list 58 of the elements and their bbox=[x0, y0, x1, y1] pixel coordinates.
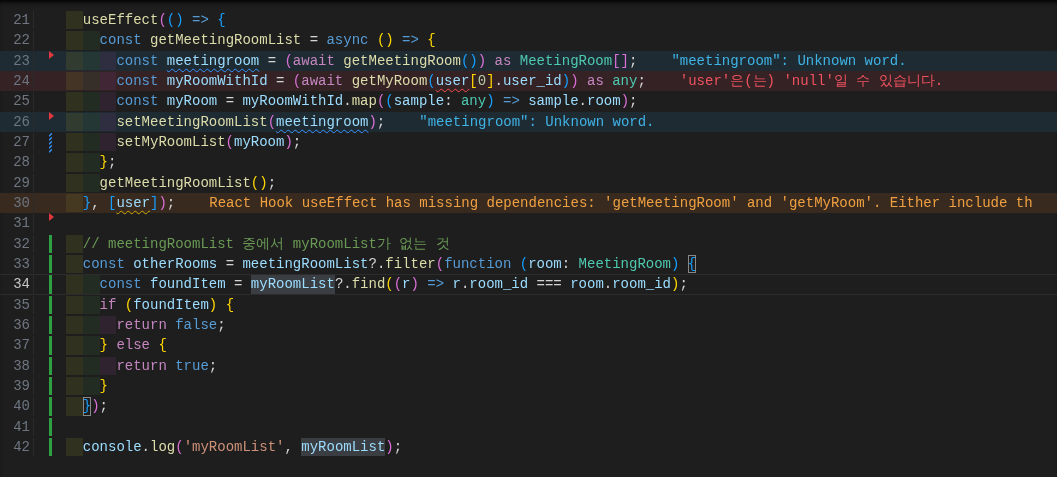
line-number: 27 bbox=[12, 132, 30, 152]
line-number: 31 bbox=[12, 214, 30, 233]
triangle-icon[interactable] bbox=[49, 213, 54, 222]
code-line: return false; bbox=[66, 315, 226, 335]
code-line: const foundItem = myRoomList?.find((r) => r.room_id === room.room_id); bbox=[66, 275, 688, 294]
change-bar[interactable] bbox=[49, 234, 52, 253]
change-bar[interactable] bbox=[49, 356, 52, 375]
line-number: 37 bbox=[12, 336, 30, 355]
hatched-bar-icon[interactable] bbox=[49, 132, 52, 154]
code-line: const meetingroom = (await getMeetingRoom()) as MeetingRoom[]; bbox=[66, 51, 638, 70]
line-number: 30 bbox=[12, 193, 30, 213]
code-line: setMyRoomList(myRoom); bbox=[66, 132, 302, 152]
diagnostic-message: "meetingroom": Unknown word. bbox=[419, 112, 655, 131]
code-line: if (foundItem) { bbox=[66, 295, 235, 314]
code-line: console.log('myRoomList', myRoomList); bbox=[66, 437, 403, 457]
line-number: 28 bbox=[12, 153, 30, 172]
code-line: getMeetingRoomList(); bbox=[66, 173, 277, 192]
line-number: 23 bbox=[12, 51, 30, 70]
line-number: 25 bbox=[12, 92, 30, 111]
triangle-icon[interactable] bbox=[49, 111, 54, 120]
code-line: } bbox=[66, 376, 108, 396]
line-number: 26 bbox=[12, 112, 30, 131]
code-line: const myRoomWithId = (await getMyRoom(user[0].user_id)) as any; bbox=[66, 72, 646, 91]
line-number: 38 bbox=[12, 356, 30, 375]
change-bar[interactable] bbox=[49, 315, 52, 335]
line-number: 21 bbox=[12, 11, 30, 30]
line-number: 40 bbox=[12, 397, 30, 416]
line-number: 24 bbox=[12, 72, 30, 91]
line-number: 36 bbox=[12, 315, 30, 335]
line-number: 35 bbox=[12, 295, 30, 314]
change-bar[interactable] bbox=[49, 437, 52, 457]
line-number: 32 bbox=[12, 234, 30, 253]
code-line: // meetingRoomList 중에서 myRoomList가 없는 것 bbox=[66, 234, 450, 253]
change-bar[interactable] bbox=[49, 295, 52, 314]
code-line: return true; bbox=[66, 356, 218, 375]
line-number: 34 bbox=[12, 275, 30, 294]
change-bar[interactable] bbox=[49, 376, 52, 396]
diagnostic-message: React Hook useEffect has missing dependencies: 'getMeetingRoom' and 'getMyRoom'. Either include th bbox=[209, 193, 1033, 213]
code-line: }); bbox=[66, 397, 108, 416]
code-line: const myRoom = myRoomWithId.map((sample: any) => sample.room); bbox=[66, 92, 638, 111]
line-number: 42 bbox=[12, 437, 30, 457]
line-number: 22 bbox=[12, 31, 30, 50]
code-line: const otherRooms = meetingRoomList?.filter(function (room: MeetingRoom) { bbox=[66, 254, 697, 274]
change-bar[interactable] bbox=[49, 254, 52, 274]
diagnostic-message: 'user'은(는) 'null'일 수 있습니다. bbox=[679, 72, 944, 91]
line-number: 41 bbox=[12, 417, 30, 436]
line-number: 29 bbox=[12, 173, 30, 192]
change-bar[interactable] bbox=[49, 417, 52, 436]
code-line: }, [user]); bbox=[66, 193, 176, 213]
code-line: }; bbox=[66, 153, 117, 172]
code-line: const getMeetingRoomList = async () => { bbox=[66, 31, 436, 50]
line-number: 39 bbox=[12, 376, 30, 396]
code-line: setMeetingRoomList(meetingroom); bbox=[66, 112, 386, 131]
triangle-icon[interactable] bbox=[49, 50, 54, 59]
code-line: useEffect(() => { bbox=[66, 11, 226, 30]
diagnostic-message: "meetingroom": Unknown word. bbox=[671, 51, 907, 70]
line-number: 33 bbox=[12, 254, 30, 274]
code-line: } else { bbox=[66, 336, 167, 355]
